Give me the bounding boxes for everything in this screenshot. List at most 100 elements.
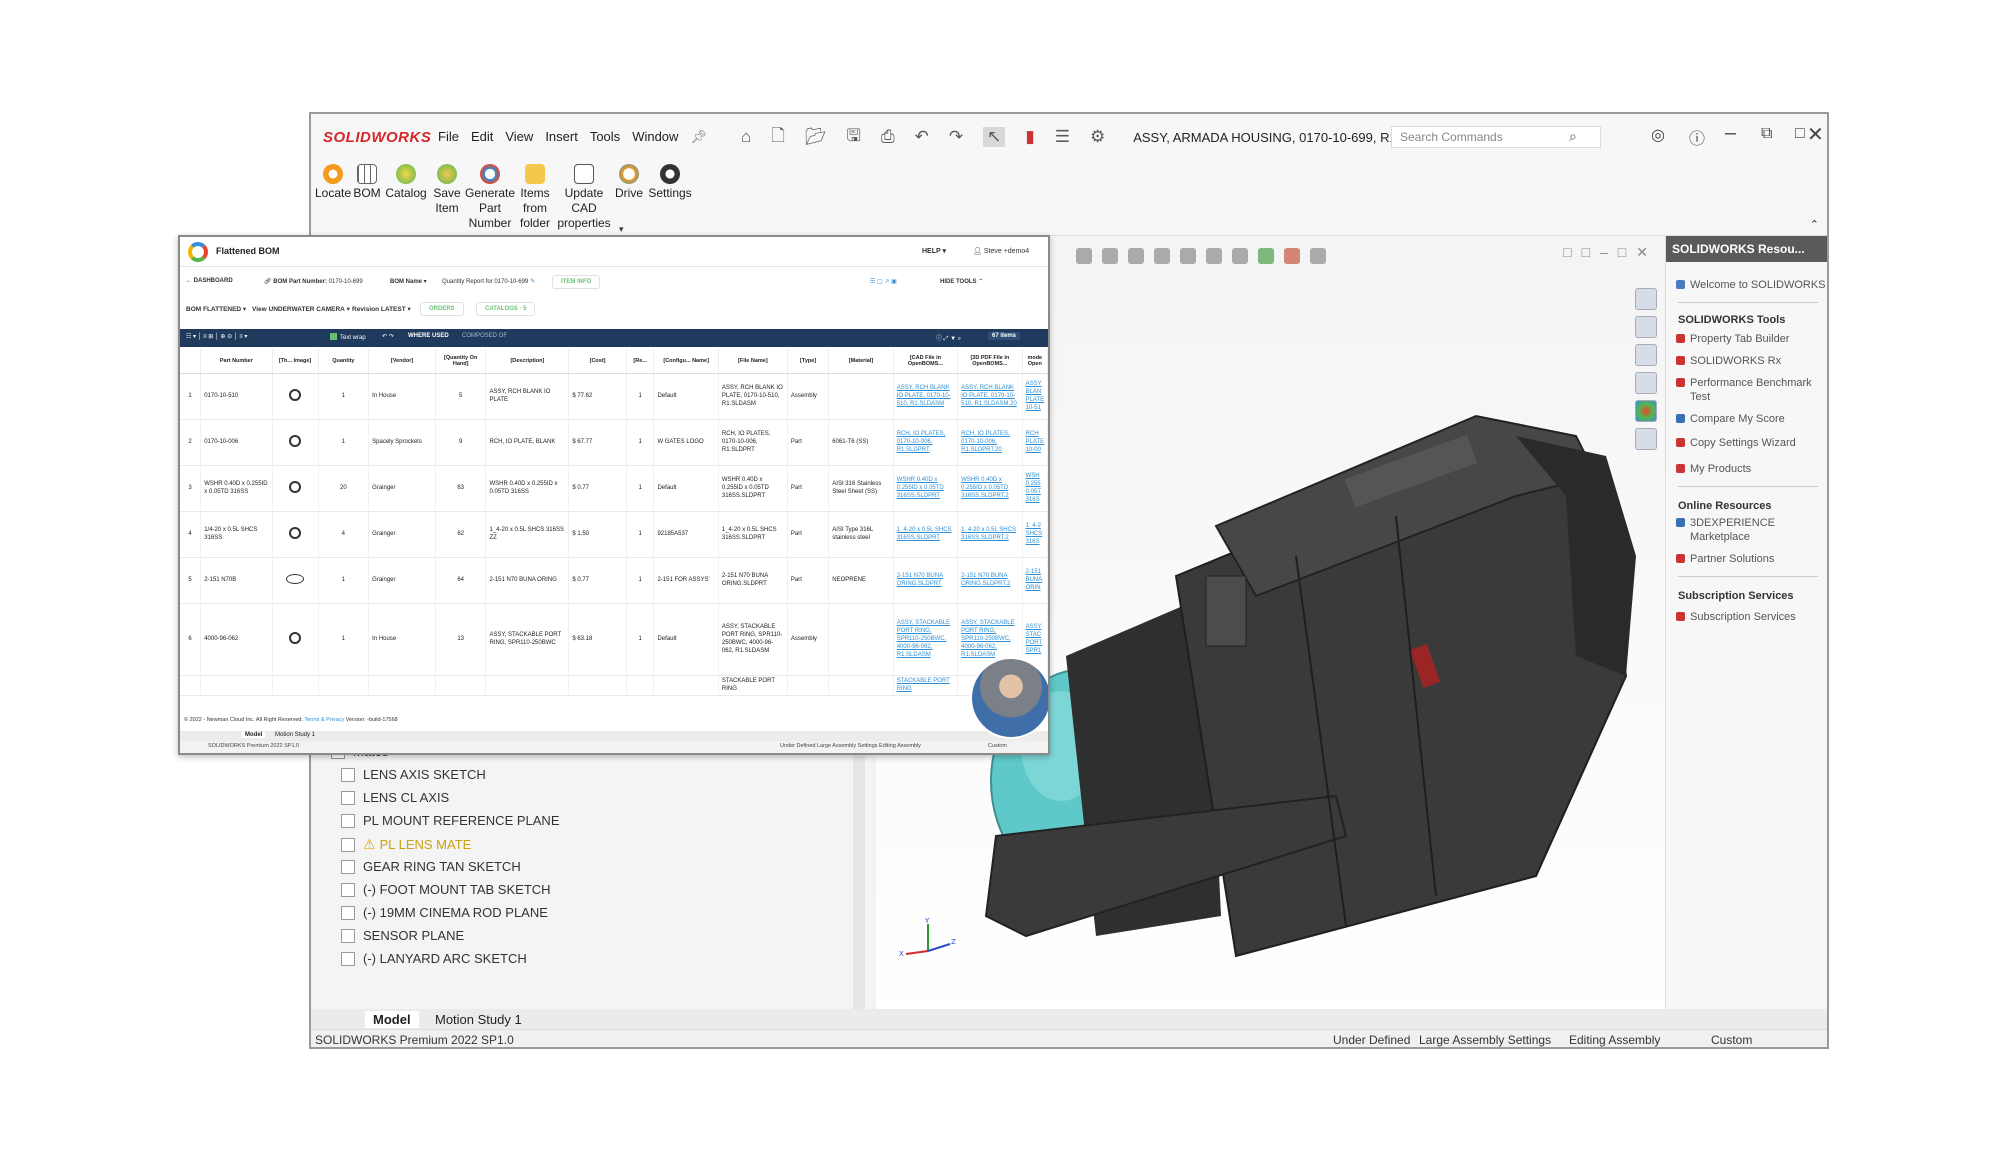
update-cad-properties-button[interactable]: Update CAD properties — [555, 164, 613, 231]
cell-n[interactable]: 6 — [180, 603, 202, 676]
cell-vendor[interactable]: Grainger — [368, 511, 436, 558]
cell-mode[interactable]: WSH 0.255 0.05T 316S — [1022, 465, 1048, 512]
cell-rev[interactable]: 1 — [626, 557, 655, 604]
terms-link[interactable]: Terms — [304, 717, 319, 723]
text-wrap-toggle[interactable]: Text wrap — [330, 333, 366, 341]
column-header[interactable]: [CAD File in OpenBOMS... — [893, 349, 959, 374]
cell-cost[interactable]: $ 63.18 — [568, 603, 627, 676]
cell-cost[interactable] — [568, 675, 627, 696]
hide-tools-button[interactable]: HIDE TOOLS ⌃ — [940, 278, 983, 285]
cell-desc[interactable]: RCH, IO PLATE, BLANK — [485, 419, 570, 466]
status-large-assembly[interactable]: Large Assembly Settings — [1419, 1033, 1551, 1047]
undo-redo-icons[interactable]: ↶ ↷ — [382, 333, 394, 340]
tree-item[interactable]: LENS AXIS SKETCH — [341, 767, 486, 782]
column-header[interactable]: Quantity — [318, 349, 370, 374]
cell-rev[interactable]: 1 — [626, 419, 655, 466]
help-menu[interactable]: HELP ▾ — [922, 247, 946, 255]
catalog-button[interactable]: Catalog — [385, 164, 427, 201]
cell-pdf[interactable]: 2-151 N70 BUNA ORING.SLDPRT.2 — [957, 557, 1023, 604]
cell-qty[interactable]: 4 — [318, 511, 370, 558]
item-info-button[interactable]: ITEM INFO — [552, 275, 601, 289]
units-selector[interactable]: Custom — [1711, 1033, 1752, 1047]
tree-item[interactable]: (-) 19MM CINEMA ROD PLANE — [341, 905, 548, 920]
thumbnail-cell[interactable] — [272, 511, 319, 558]
cell-onhand[interactable]: 9 — [435, 419, 487, 466]
cell-desc[interactable]: 1_4-20 x 0.5L SHCS 316SS ZZ — [485, 511, 570, 558]
performance-benchmark-link[interactable]: Performance Benchmark Test — [1676, 376, 1826, 404]
pin-icon[interactable]: 📌︎ — [690, 129, 707, 145]
cell-desc[interactable]: 2-151 N70 BUNA ORING — [485, 557, 570, 604]
maximize-icon[interactable]: □ — [1795, 125, 1805, 143]
filter-icons[interactable]: ⓘ ⤢ ▼ ⌕ — [936, 333, 961, 343]
table-row[interactable]: 2 0170-10-006 1 Spacely Sprockets 9 RCH, IO P… — [180, 419, 1048, 466]
cell-part[interactable]: 0170-10-006 — [200, 419, 273, 466]
cell-part[interactable] — [200, 675, 273, 696]
cell-pdf[interactable]: ASSY, RCH BLANK IO PLATE, 0170-10-510, R… — [957, 373, 1023, 420]
home-icon[interactable]: ⌂ — [741, 127, 751, 147]
bom-button[interactable]: BOM — [353, 164, 381, 201]
menu-edit[interactable]: Edit — [471, 129, 493, 145]
cell-desc[interactable]: WSHR 0.40D x 0.255ID x 0.05TD 316SS — [485, 465, 570, 512]
column-header[interactable]: [Description] — [485, 349, 570, 374]
cell-cost[interactable]: $ 67.77 — [568, 419, 627, 466]
solidworks-rx-link[interactable]: SOLIDWORKS Rx — [1676, 354, 1826, 368]
cell-n[interactable]: 2 — [180, 419, 202, 466]
cell-rev[interactable]: 1 — [626, 465, 655, 512]
cell-config[interactable]: W GATES LOGO — [653, 419, 719, 466]
cell-file[interactable]: WSHR 0.40D x 0.255ID x 0.05TD 316SS.SLDP… — [718, 465, 788, 512]
tab-motion-study-1[interactable]: Motion Study 1 — [427, 1011, 530, 1028]
cell-part[interactable]: 0170-10-510 — [200, 373, 273, 420]
menu-file[interactable]: File — [438, 129, 459, 145]
cell-config[interactable]: Default — [653, 603, 719, 676]
table-row[interactable]: 6 4000-96-062 1 In House 13 ASSY, STACKABLE P… — [180, 603, 1048, 676]
column-header[interactable]: mode Open — [1022, 349, 1048, 374]
save-item-button[interactable]: Save Item — [429, 164, 465, 216]
column-header[interactable]: [Configu... Name] — [653, 349, 719, 374]
traffic-light-icon[interactable]: ▮ — [1025, 127, 1034, 147]
collapse-ribbon-icon[interactable]: ⌃ — [1810, 218, 1819, 231]
tree-item[interactable]: SENSOR PLANE — [341, 928, 464, 943]
cell-vendor[interactable]: Grainger — [368, 557, 436, 604]
cell-file[interactable]: 1_4-20 x 0.5L SHCS 316SS.SLDPRT — [718, 511, 788, 558]
cell-type[interactable]: Part — [787, 511, 830, 558]
cell-onhand[interactable]: 64 — [435, 557, 487, 604]
cell-vendor[interactable]: In House — [368, 373, 436, 420]
settings-button[interactable]: Settings — [647, 164, 693, 201]
bom-name-dropdown[interactable]: BOM Name ▾ — [390, 278, 427, 285]
partner-solutions-link[interactable]: Partner Solutions — [1676, 552, 1826, 566]
cell-material[interactable] — [828, 603, 894, 676]
table-row[interactable]: 1 0170-10-510 1 In House 5 ASSY, RCH BLANK IO… — [180, 373, 1048, 420]
cell-rev[interactable]: 1 — [626, 511, 655, 558]
cell-desc[interactable]: ASSY, STACKABLE PORT RING, SPR110-250BWC — [485, 603, 570, 676]
cell-n[interactable]: 3 — [180, 465, 202, 512]
column-header[interactable]: [3D PDF File in OpenBOMS... — [957, 349, 1023, 374]
thumbnail-cell[interactable] — [272, 419, 319, 466]
tree-item[interactable]: LENS CL AXIS — [341, 790, 449, 805]
cell-material[interactable]: NEOPRENE — [828, 557, 894, 604]
view-dropdown[interactable]: View UNDERWATER CAMERA ▾ — [252, 305, 350, 313]
search-icon[interactable]: ⌕ — [1569, 128, 1577, 145]
cell-mode[interactable]: RCH PLATE 10-00 — [1022, 419, 1048, 466]
cell-cost[interactable]: $ 1.50 — [568, 511, 627, 558]
cell-cad[interactable]: STACKABLE PORT RING — [893, 675, 959, 696]
table-row[interactable]: 3 WSHR 0.40D x 0.255ID x 0.05TD 316SS 20 Gr… — [180, 465, 1048, 512]
tab-motion-study-1[interactable]: Motion Study 1 — [275, 732, 315, 738]
tab-model[interactable]: Model — [242, 732, 266, 738]
print-icon[interactable]: ⎙ — [881, 127, 895, 147]
cell-onhand[interactable]: 62 — [435, 511, 487, 558]
table-row[interactable]: STACKABLE PORT RING STACKABLE PORT RING — [180, 675, 1048, 696]
thumbnail-cell[interactable] — [272, 675, 319, 696]
cell-config[interactable]: Default — [653, 465, 719, 512]
open-icon[interactable]: 📂︎ — [805, 127, 827, 147]
new-document-icon[interactable]: 🗋︎ — [771, 123, 785, 152]
cell-qty[interactable]: 1 — [318, 373, 370, 420]
cell-desc[interactable] — [485, 675, 570, 696]
cell-cad[interactable]: 1_4-20 x 0.5L SHCS 316SS.SLDPRT — [893, 511, 959, 558]
cell-n[interactable] — [180, 675, 202, 696]
3dexperience-marketplace-link[interactable]: 3DEXPERIENCE Marketplace — [1676, 516, 1826, 544]
menu-insert[interactable]: Insert — [545, 129, 578, 145]
units-selector[interactable]: Custom — [988, 743, 1007, 749]
tree-item[interactable]: (-) LANYARD ARC SKETCH — [341, 951, 527, 966]
cell-rev[interactable]: 1 — [626, 603, 655, 676]
items-from-folder-button[interactable]: Items from folder — [517, 164, 553, 231]
